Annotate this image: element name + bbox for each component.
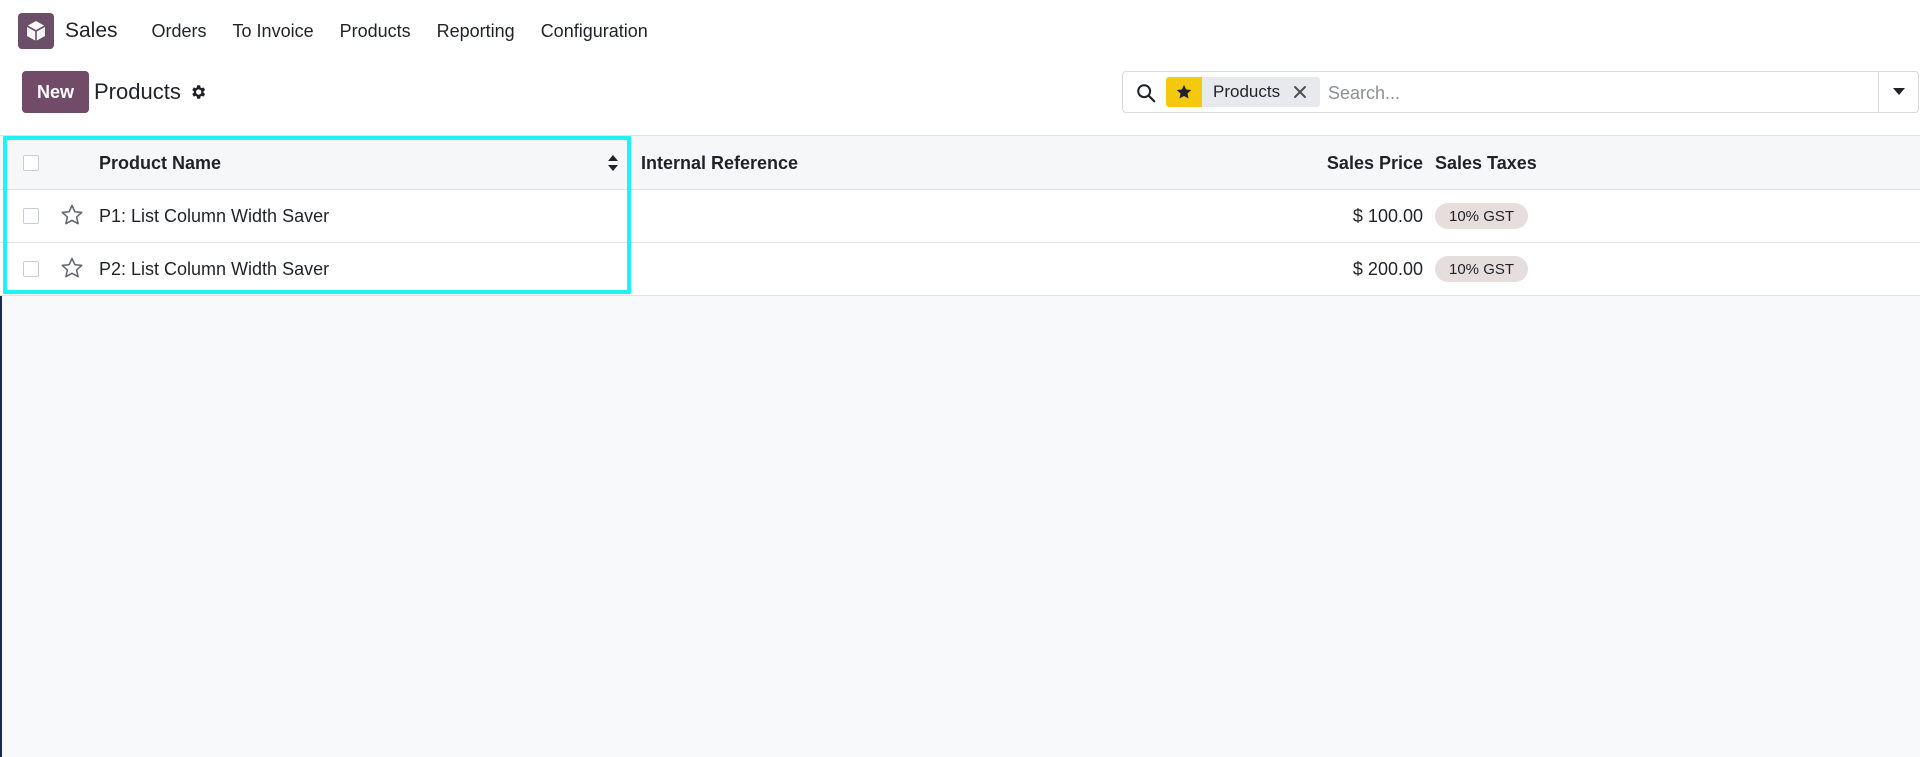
- column-header-internal-reference[interactable]: Internal Reference: [641, 153, 798, 174]
- product-name[interactable]: P2: List Column Width Saver: [99, 259, 329, 280]
- menu-item-orders[interactable]: Orders: [146, 21, 213, 42]
- page-title: Products: [94, 79, 181, 104]
- table-header: Product Name Internal Reference Sales Pr…: [0, 135, 1920, 190]
- top-navbar: Sales Orders To Invoice Products Reporti…: [0, 0, 1920, 62]
- search-icon[interactable]: [1135, 82, 1157, 104]
- gear-icon[interactable]: [189, 83, 207, 101]
- search-input[interactable]: [1326, 78, 1870, 108]
- main-menu: Orders To Invoice Products Reporting Con…: [132, 21, 654, 42]
- table-row[interactable]: P2: List Column Width Saver $ 200.00 10%…: [0, 243, 1920, 296]
- select-all-checkbox[interactable]: [23, 155, 39, 171]
- menu-item-to-invoice[interactable]: To Invoice: [227, 21, 320, 42]
- control-panel: New Products Products: [0, 62, 1920, 135]
- star-icon: [1166, 77, 1202, 107]
- sales-price: $ 100.00: [1352, 206, 1423, 226]
- menu-item-products[interactable]: Products: [334, 21, 417, 42]
- menu-item-configuration[interactable]: Configuration: [535, 21, 654, 42]
- search-bar: Products: [1122, 71, 1919, 113]
- row-checkbox[interactable]: [23, 261, 39, 277]
- search-facet: Products: [1166, 77, 1321, 107]
- column-header-sales-price[interactable]: Sales Price: [1327, 153, 1423, 174]
- column-header-product-name[interactable]: Product Name: [99, 153, 221, 174]
- product-name[interactable]: P1: List Column Width Saver: [99, 206, 329, 227]
- sales-price: $ 200.00: [1352, 259, 1423, 279]
- sales-app-icon[interactable]: [18, 13, 54, 49]
- sort-icon[interactable]: [607, 154, 619, 172]
- close-icon[interactable]: [1292, 84, 1308, 100]
- tax-tag: 10% GST: [1435, 256, 1529, 282]
- new-button[interactable]: New: [22, 71, 89, 113]
- row-checkbox[interactable]: [23, 208, 39, 224]
- caret-down-icon: [1892, 88, 1905, 95]
- menu-item-reporting[interactable]: Reporting: [431, 21, 521, 42]
- tax-tag: 10% GST: [1435, 203, 1529, 229]
- facet-label: Products: [1213, 82, 1281, 101]
- search-options-toggle[interactable]: [1878, 72, 1918, 112]
- column-header-sales-taxes[interactable]: Sales Taxes: [1435, 153, 1537, 174]
- favorite-star-icon[interactable]: [60, 256, 84, 280]
- favorite-star-icon[interactable]: [60, 203, 84, 227]
- app-name[interactable]: Sales: [65, 19, 118, 43]
- table-row[interactable]: P1: List Column Width Saver $ 100.00 10%…: [0, 190, 1920, 243]
- product-list: Product Name Internal Reference Sales Pr…: [0, 135, 1920, 296]
